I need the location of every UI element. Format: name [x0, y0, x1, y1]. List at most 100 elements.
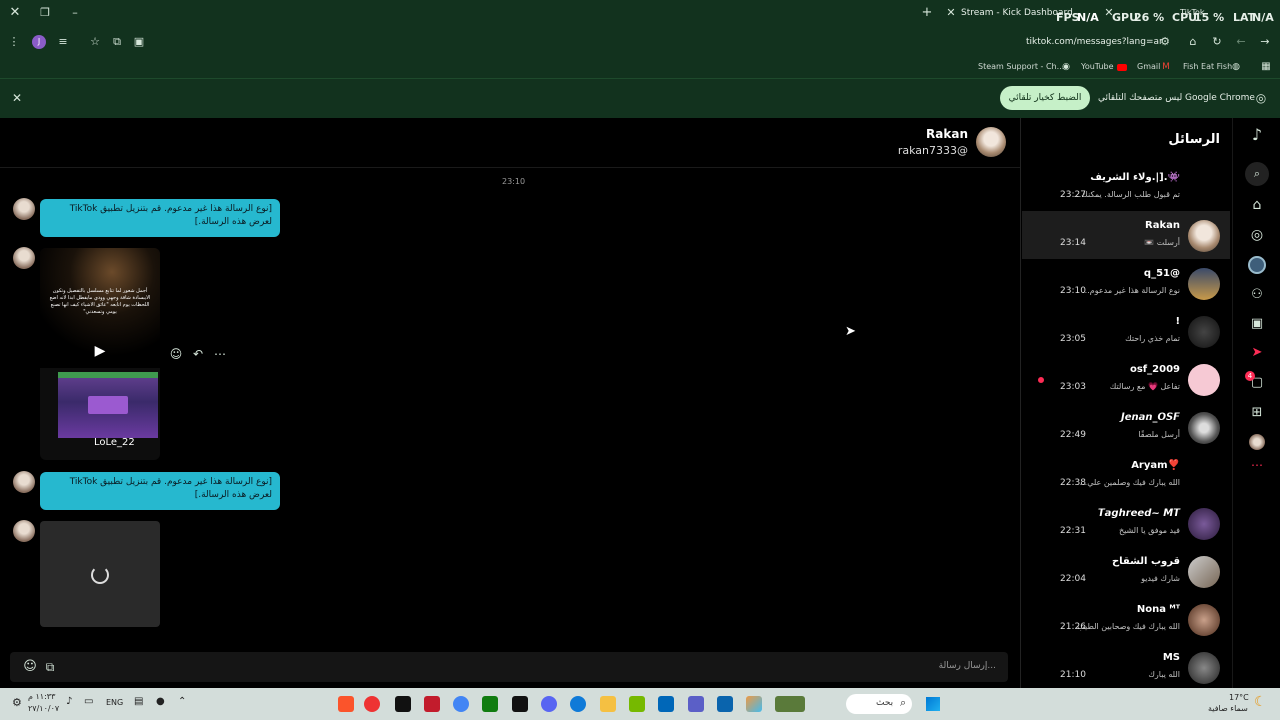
- upload-icon[interactable]: ⊞: [1249, 406, 1265, 420]
- sender-avatar[interactable]: [13, 471, 35, 493]
- shared-video-card[interactable]: أجمل شعور لما تتابع مسلسل بالتفصيل وتكون…: [40, 248, 160, 460]
- xbox-icon[interactable]: [482, 696, 498, 712]
- new-tab-icon[interactable]: +: [920, 6, 934, 20]
- conversation-item[interactable]: Aryam❣️ الله يبارك فيك وصلمين علي... 22:38: [1022, 451, 1230, 499]
- conversation-item[interactable]: قروب الشقاح شارك فيديو 22:04: [1022, 547, 1230, 595]
- following-avatar[interactable]: [1248, 256, 1266, 274]
- search-icon: ⌕: [1253, 167, 1261, 180]
- conversation-name: Rakan: [1145, 220, 1180, 231]
- adobe-icon[interactable]: [424, 696, 440, 712]
- mic-icon[interactable]: ●: [156, 696, 165, 707]
- restore-icon[interactable]: ❐: [38, 6, 52, 20]
- conversation-preview: الله يبارك: [1148, 670, 1180, 679]
- explore-icon[interactable]: ◎: [1249, 228, 1265, 242]
- file-explorer-icon[interactable]: [600, 696, 616, 712]
- brave-icon[interactable]: [338, 696, 354, 712]
- clock-date[interactable]: ٢٧/١٠/٠٧: [28, 704, 59, 713]
- more-icon[interactable]: ⋯: [1249, 458, 1265, 472]
- forward-icon[interactable]: ←: [1234, 35, 1248, 49]
- conversation-preview: أرسلت 📼: [1144, 238, 1180, 247]
- chrome-taskbar-icon[interactable]: [453, 696, 469, 712]
- conversation-name: Nona ᴹᵀ: [1136, 604, 1180, 615]
- bookmark-fish[interactable]: Fish Eat Fish: [1183, 62, 1232, 71]
- volume-icon[interactable]: ♪: [66, 696, 72, 707]
- conversation-preview: شارك فيديو: [1141, 574, 1180, 583]
- game-thumbnail-icon[interactable]: [775, 696, 805, 712]
- close-window-icon[interactable]: ✕: [8, 6, 22, 20]
- taskbar-search[interactable]: بحث ⌕: [846, 694, 912, 714]
- tiktok-taskbar-icon[interactable]: [395, 696, 411, 712]
- close-infobar-icon[interactable]: ✕: [10, 91, 24, 105]
- message-input[interactable]: إرسال رسالة...: [939, 661, 996, 671]
- sender-avatar[interactable]: [13, 520, 35, 542]
- bookmark-gmail[interactable]: Gmail: [1137, 62, 1160, 71]
- play-icon[interactable]: ▶: [92, 344, 108, 358]
- react-emoji-icon[interactable]: ☺: [168, 347, 184, 361]
- conversation-item[interactable]: Rakan أرسلت 📼 23:14: [1022, 211, 1230, 259]
- menu-dots-icon[interactable]: ⋮: [8, 35, 20, 49]
- home-icon[interactable]: ⌂: [1186, 35, 1200, 49]
- conversation-item[interactable]: Nona ᴹᵀ الله يبارك فيك وصحابين الطيب 21:26: [1022, 595, 1230, 643]
- bookmark-youtube[interactable]: YouTube: [1081, 62, 1114, 71]
- keyboard-icon[interactable]: ▤: [134, 696, 143, 707]
- conversation-item[interactable]: ! تمام خذي راحتك 23:05: [1022, 307, 1230, 355]
- clock-time[interactable]: ١١:٣٣ م: [28, 692, 55, 701]
- tiktok-logo-icon[interactable]: ♪: [1249, 127, 1265, 143]
- sender-avatar[interactable]: [13, 198, 35, 220]
- home-feed-icon[interactable]: ⌂: [1249, 198, 1265, 212]
- conversation-item[interactable]: 𝙅𝙚𝙣𝙖𝙣_𝙊𝙎𝙁 أرسل ملصقًا 22:49: [1022, 403, 1230, 451]
- loading-media-card: [40, 521, 160, 627]
- conversation-item[interactable]: 𝙏𝙖𝙜𝙝𝙧𝙚𝙚𝙙~ 𝙈𝙏 فيد موفق يا الشيخ 22:31: [1022, 499, 1230, 547]
- star-icon[interactable]: ☆: [88, 35, 102, 49]
- profile-avatar[interactable]: J: [32, 35, 46, 49]
- more-options-icon[interactable]: ⋯: [212, 347, 228, 361]
- network-icon[interactable]: ▭: [84, 696, 93, 707]
- input-language[interactable]: ENG: [106, 698, 123, 707]
- app-red-icon[interactable]: [364, 696, 380, 712]
- weather-temp[interactable]: 17°C: [1229, 693, 1249, 702]
- teams-icon[interactable]: [688, 696, 704, 712]
- reply-icon[interactable]: ↶: [190, 347, 206, 361]
- site-settings-icon[interactable]: ⚙: [1158, 35, 1172, 49]
- url-field[interactable]: tiktok.com/messages?lang=ar: [1026, 37, 1163, 47]
- conversation-item[interactable]: MS الله يبارك 21:10: [1022, 643, 1230, 691]
- outlook-icon[interactable]: [717, 696, 733, 712]
- capcut-icon[interactable]: [512, 696, 528, 712]
- back-icon[interactable]: →: [1258, 35, 1272, 49]
- store-icon[interactable]: [658, 696, 674, 712]
- conversation-item[interactable]: q_51@ نوع الرسالة هذا غير مدعوم... 23:10: [1022, 259, 1230, 307]
- emoji-icon[interactable]: ☺: [22, 660, 38, 674]
- friends-icon[interactable]: ⚇: [1249, 288, 1265, 302]
- screenshot-icon[interactable]: ▣: [132, 35, 146, 49]
- bookmark-steam[interactable]: Steam Support - Ch...: [978, 62, 1064, 71]
- playlist-icon[interactable]: ≡: [56, 35, 70, 49]
- set-default-button[interactable]: الضبط كخيار تلقائي: [1000, 86, 1090, 110]
- nvidia-icon[interactable]: [629, 696, 645, 712]
- tab-close-icon[interactable]: ✕: [944, 6, 958, 20]
- live-icon[interactable]: ▣: [1249, 317, 1265, 331]
- contact-handle[interactable]: rakan7333@: [898, 144, 968, 157]
- install-icon[interactable]: ⧉: [110, 35, 124, 49]
- edge-icon[interactable]: [570, 696, 586, 712]
- weather-icon: ☾: [1254, 694, 1267, 710]
- minimize-icon[interactable]: –: [68, 6, 82, 20]
- activity-icon[interactable]: ➤: [1249, 346, 1265, 360]
- all-bookmarks-icon[interactable]: ▦: [1260, 60, 1272, 74]
- weather-desc[interactable]: سماء صافية: [1208, 704, 1248, 713]
- windows-start-icon[interactable]: [926, 697, 940, 711]
- infobar-text: Google Chrome ليس متصفحك التلقائي: [1098, 93, 1255, 103]
- notifications-icon[interactable]: ⚙: [12, 696, 22, 709]
- conversation-avatar: [1188, 268, 1220, 300]
- sender-avatar[interactable]: [13, 247, 35, 269]
- conversation-item[interactable]: ولاء الشريف.|].👾 تم قبول طلب الرسالة. يمك…: [1022, 163, 1230, 211]
- conversation-item[interactable]: osf_2009 تفاعل 💗 مع رسالتك 23:03: [1022, 355, 1230, 403]
- reload-icon[interactable]: ↻: [1210, 35, 1224, 49]
- tray-overflow-icon[interactable]: ⌃: [178, 696, 186, 707]
- discord-icon[interactable]: [541, 696, 557, 712]
- contact-name[interactable]: Rakan: [926, 127, 968, 141]
- copilot-icon[interactable]: [746, 696, 762, 712]
- image-upload-icon[interactable]: ⧉: [42, 660, 58, 674]
- profile-avatar-rail[interactable]: [1249, 434, 1265, 450]
- contact-avatar[interactable]: [976, 127, 1006, 157]
- globe-icon: ◍: [1232, 62, 1240, 72]
